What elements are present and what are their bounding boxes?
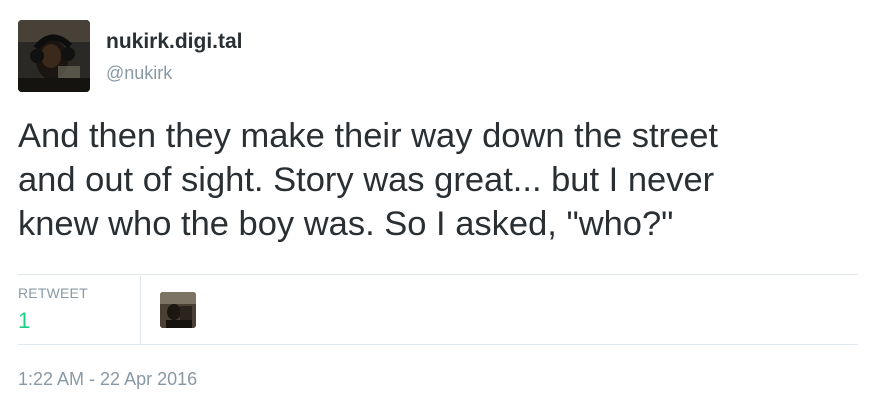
tweet-text-line: and out of sight. Story was great... but…: [18, 161, 715, 199]
stats-bottom-divider: [18, 344, 858, 345]
tweet-timestamp[interactable]: 1:22 AM - 22 Apr 2016: [18, 368, 197, 390]
retweet-label: RETWEET: [18, 285, 88, 301]
author-display-name[interactable]: nukirk.digi.tal: [106, 29, 243, 55]
tweet-text-line: And then they make their way down the st…: [18, 117, 718, 155]
retweeter-avatar[interactable]: [160, 292, 196, 328]
retweeter-avatar-image: [160, 292, 196, 328]
stats-column-divider: [140, 276, 141, 344]
author-avatar-image: [18, 20, 90, 92]
author-avatar[interactable]: [18, 20, 90, 92]
stats-top-divider: [18, 274, 858, 275]
tweet-text-line: knew who the boy was. So I asked, "who?": [18, 205, 674, 243]
tweet-text: And then they make their way down the st…: [18, 114, 863, 246]
author-handle[interactable]: @nukirk: [106, 62, 172, 84]
retweet-count[interactable]: 1: [18, 307, 30, 335]
